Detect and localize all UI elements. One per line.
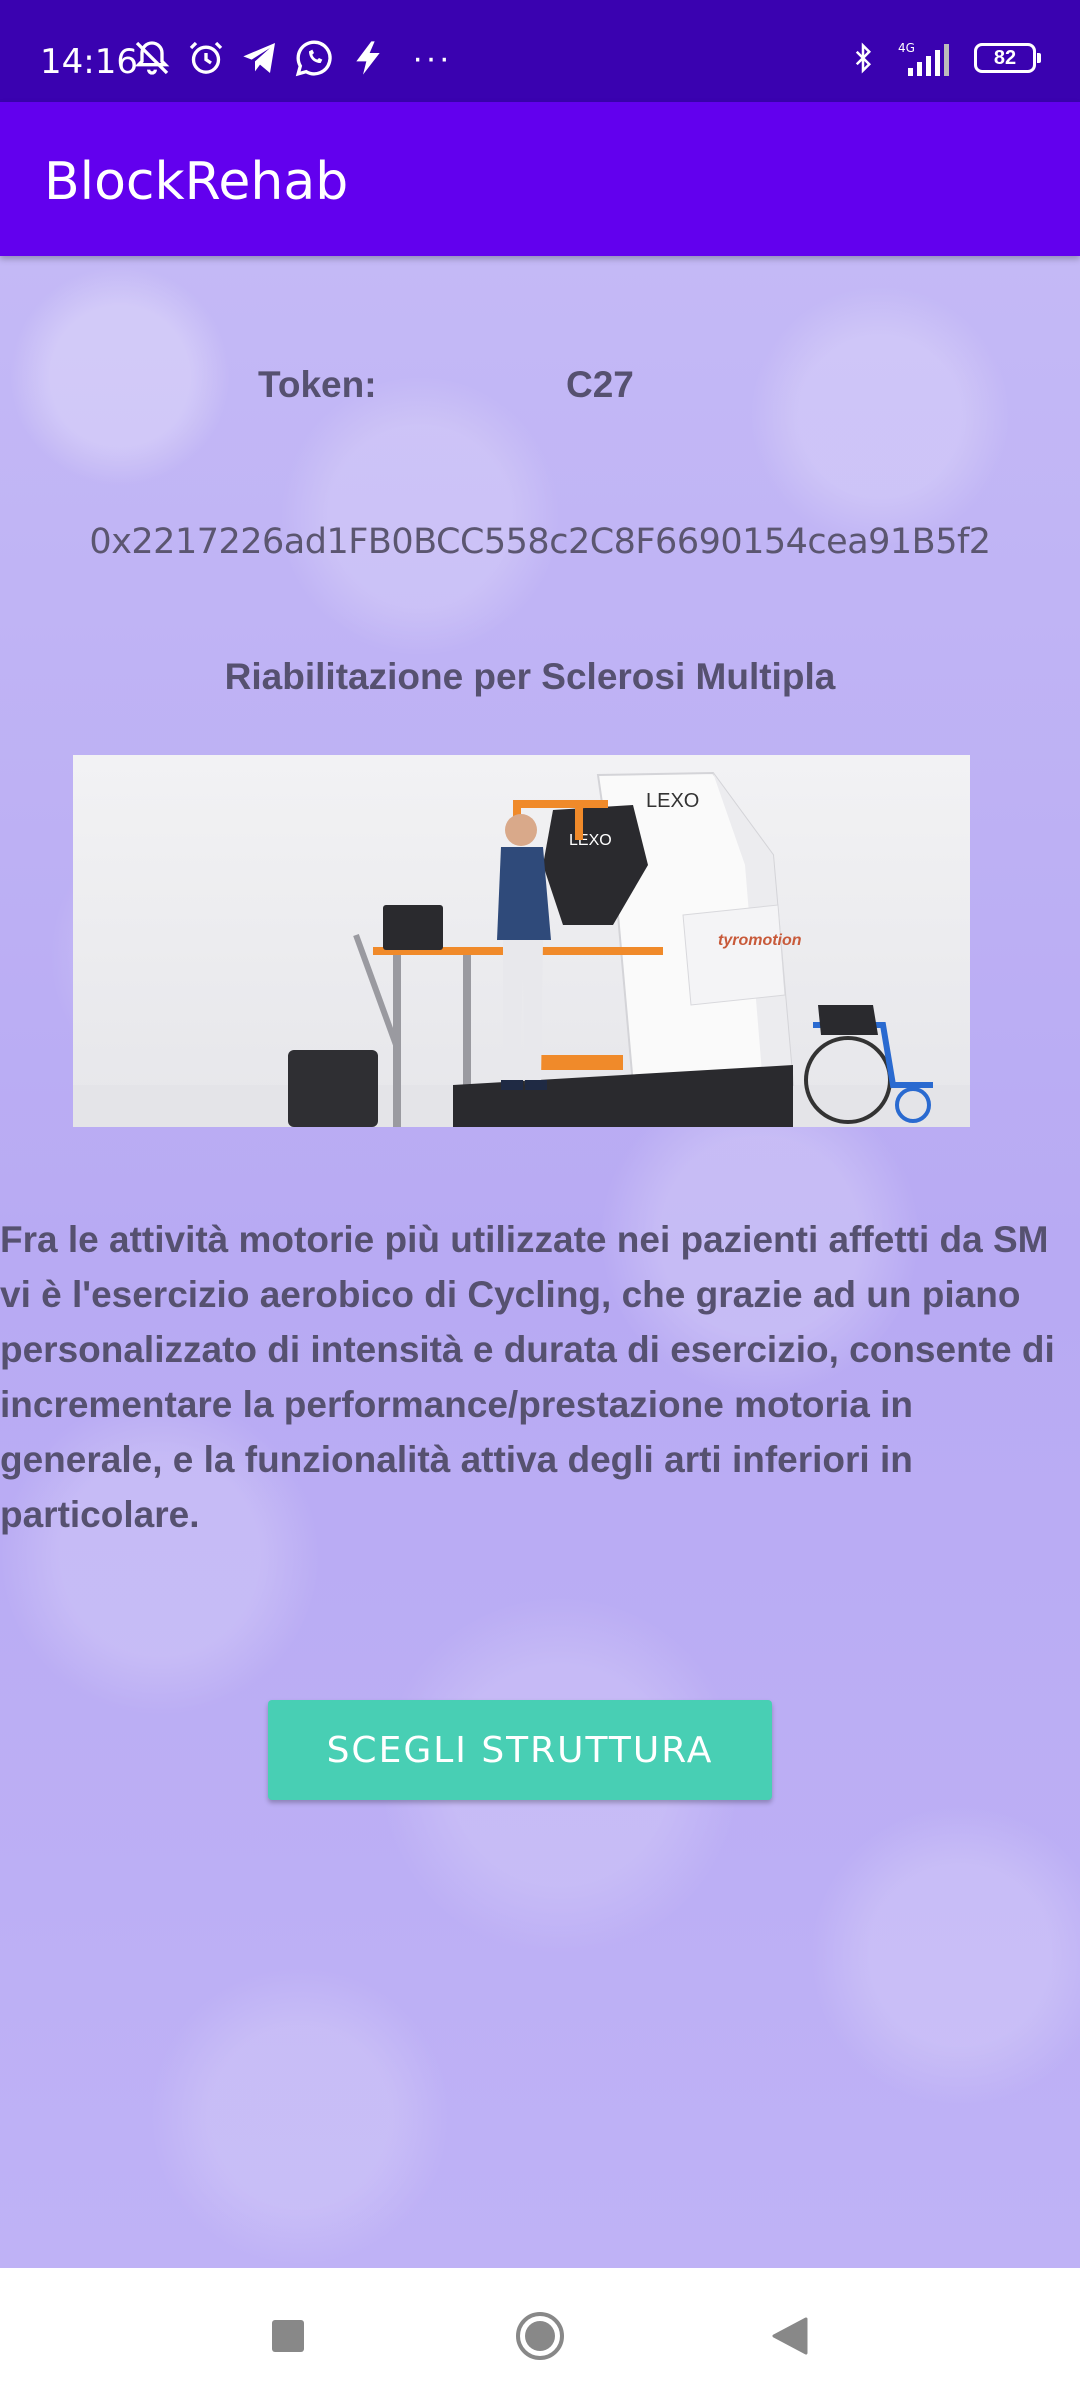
lexo-top-logo: LEXO — [646, 790, 699, 812]
status-time: 14:16 — [40, 42, 138, 82]
status-bar: 14:16 ··· 4G 82 — [0, 0, 1080, 102]
network-type: 4G — [898, 41, 915, 55]
bluetooth-icon — [855, 42, 872, 74]
more-notifications-icon: ··· — [412, 38, 452, 77]
home-button[interactable] — [512, 2308, 568, 2364]
square-icon — [272, 2320, 304, 2352]
whatsapp-icon — [295, 40, 332, 77]
token-value: C27 — [566, 364, 634, 405]
navigation-bar — [0, 2268, 1080, 2400]
circle-icon — [516, 2312, 564, 2360]
rehab-device-illustration: LEXO tyromotion LEXO — [73, 771, 970, 1127]
token-label: Token: — [258, 364, 377, 405]
flash-icon — [356, 41, 380, 75]
battery-icon: 82 — [974, 43, 1041, 73]
alarm-icon — [189, 41, 223, 74]
signal-icon: 4G — [898, 41, 949, 76]
notification-icons: ··· — [132, 38, 452, 78]
system-icons: 4G 82 — [848, 38, 1041, 78]
back-triangle-icon — [772, 2317, 808, 2355]
telegram-icon — [243, 43, 275, 73]
wallet-address: 0x2217226ad1FB0BCC558c2C8F6690154cea91B5… — [89, 522, 991, 562]
rehab-device-image: LEXO tyromotion LEXO — [73, 755, 970, 1127]
description-text: Fra le attività motorie più utilizzate n… — [0, 1219, 1055, 1535]
app-title: BlockRehab — [44, 152, 349, 212]
screen: 14:16 ··· 4G 82 BlockRehab Token: C27 0x… — [0, 0, 1080, 2400]
choose-facility-button[interactable]: SCEGLI STRUTTURA — [268, 1700, 772, 1800]
back-button[interactable] — [762, 2308, 818, 2364]
rehab-title: Riabilitazione per Sclerosi Multipla — [224, 656, 836, 697]
recents-button[interactable] — [260, 2308, 316, 2364]
mute-bell-icon — [134, 41, 170, 75]
app-bar: BlockRehab — [0, 102, 1080, 256]
tyromotion-logo: tyromotion — [718, 932, 802, 949]
battery-level: 82 — [993, 46, 1017, 69]
